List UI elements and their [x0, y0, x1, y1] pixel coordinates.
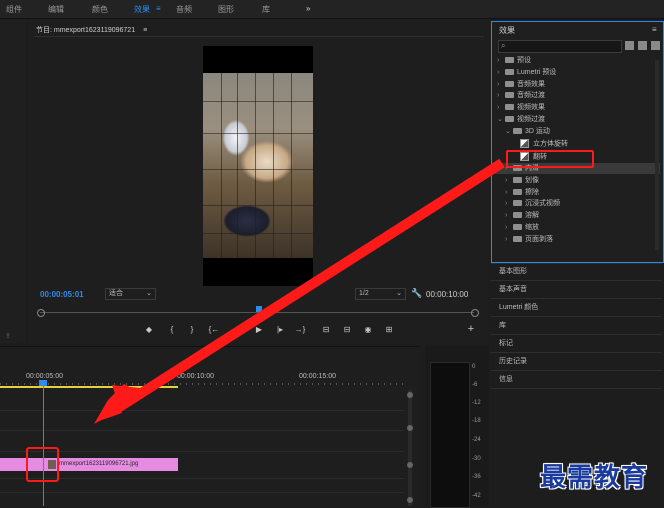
watermark-logo: 最需教育	[540, 463, 649, 493]
arrow-shaft	[115, 158, 505, 413]
annotation-arrow	[94, 158, 505, 424]
